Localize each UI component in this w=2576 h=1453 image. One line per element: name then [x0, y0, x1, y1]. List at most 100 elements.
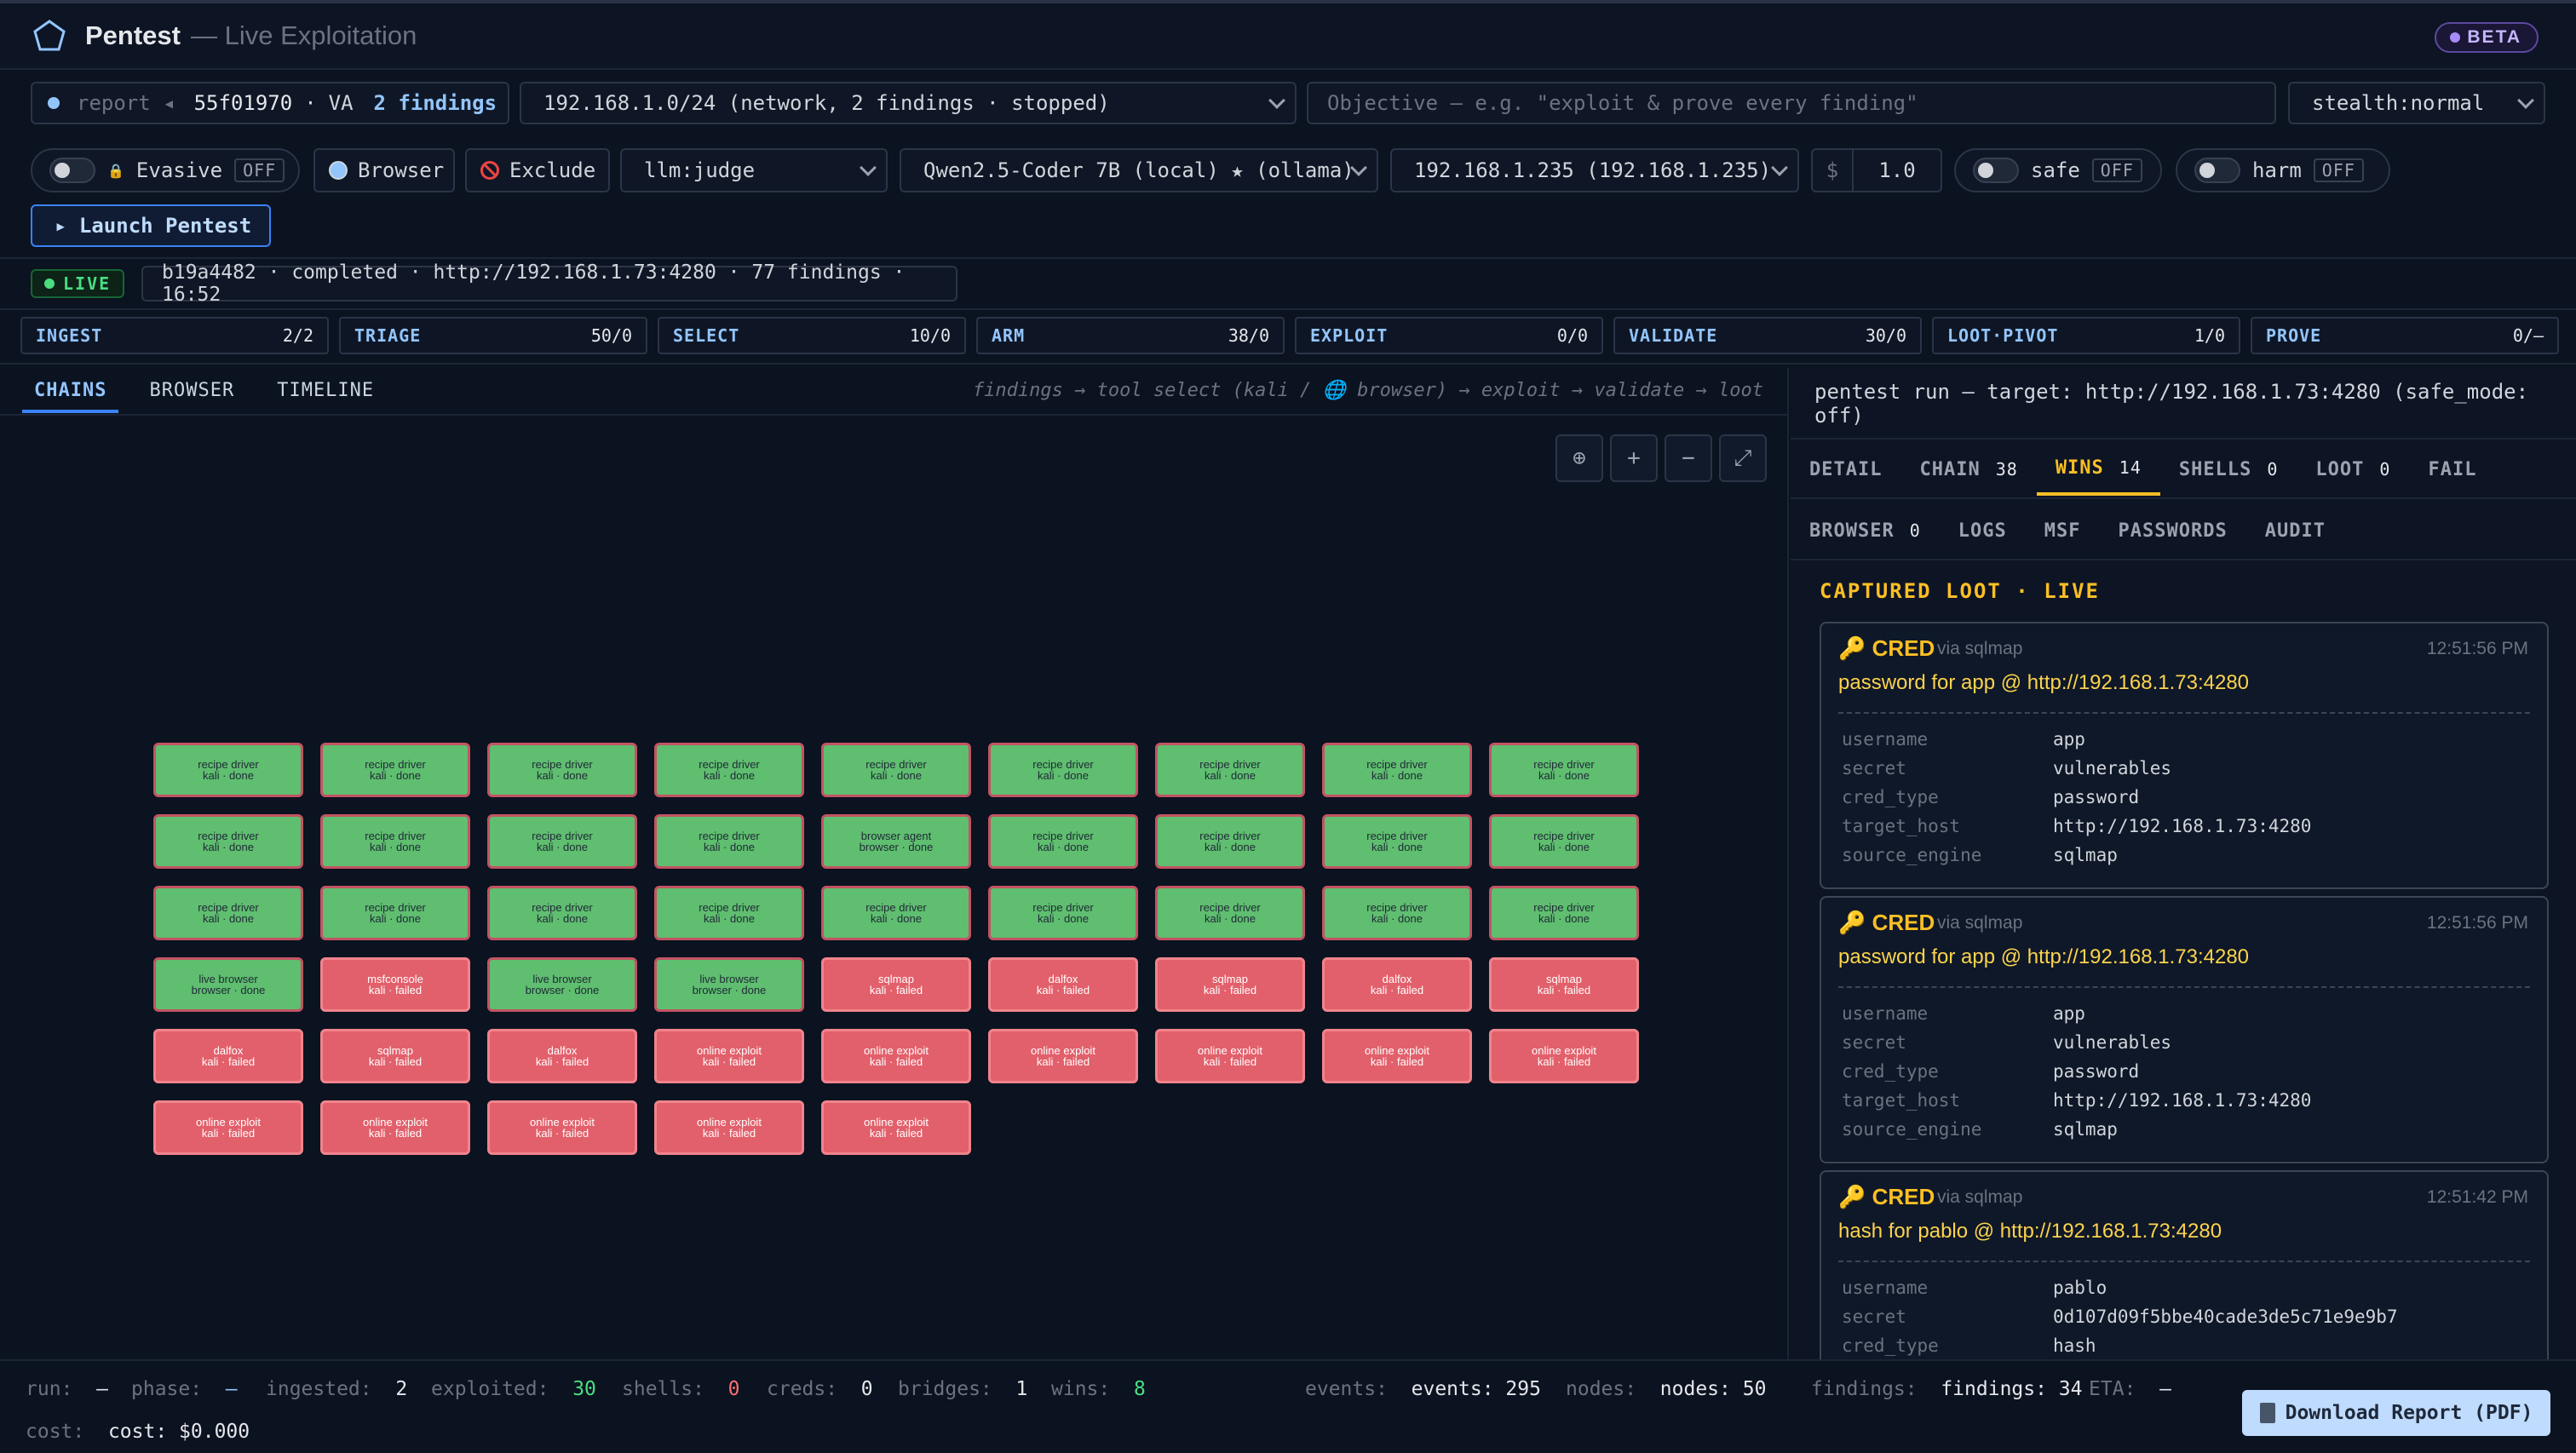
tab-detail[interactable]: DETAIL	[1791, 443, 1900, 496]
chain-node[interactable]: recipe driver kali · done	[1489, 814, 1639, 869]
stage-arm[interactable]: ARM 38/0	[976, 317, 1285, 354]
chain-node[interactable]: recipe driver kali · done	[1322, 743, 1472, 797]
chain-node[interactable]: recipe driver kali · done	[153, 814, 303, 869]
stage-ingest[interactable]: INGEST 2/2	[20, 317, 329, 354]
node-status: kali · done	[370, 912, 421, 925]
chain-node[interactable]: recipe driver kali · done	[1322, 886, 1472, 940]
chain-node[interactable]: recipe driver kali · done	[654, 886, 804, 940]
recenter-button[interactable]: ⊕	[1555, 434, 1603, 482]
fit-view-button[interactable]: ⤢	[1719, 434, 1767, 482]
run-summary[interactable]: b19a4482 · completed · http://192.168.1.…	[141, 261, 957, 306]
stage-validate[interactable]: VALIDATE 30/0	[1613, 317, 1922, 354]
chain-node[interactable]: dalfox kali · failed	[988, 957, 1138, 1012]
tab-loot[interactable]: LOOT 0	[2297, 443, 2409, 496]
chain-node[interactable]: browser agent browser · done	[821, 814, 971, 869]
chain-node[interactable]: recipe driver kali · done	[487, 743, 637, 797]
chain-node[interactable]: recipe driver kali · done	[487, 814, 637, 869]
harm-toggle[interactable]: harm OFF	[2176, 148, 2390, 192]
stage-triage[interactable]: TRIAGE 50/0	[339, 317, 647, 354]
chain-node[interactable]: dalfox kali · failed	[487, 1029, 637, 1083]
judge-select[interactable]: llm:judge	[620, 148, 888, 192]
loot-card[interactable]: 🔑 CRED via sqlmap 12:51:42 PM hash for pabl…	[1820, 1170, 2549, 1359]
zoom-out-button[interactable]: −	[1665, 434, 1712, 482]
chain-node[interactable]: recipe driver kali · done	[988, 743, 1138, 797]
chain-node[interactable]: recipe driver kali · done	[1489, 743, 1639, 797]
harm-switch[interactable]	[2194, 158, 2240, 183]
zoom-in-button[interactable]: +	[1610, 434, 1658, 482]
chain-node[interactable]: online exploit kali · failed	[988, 1029, 1138, 1083]
chain-node[interactable]: sqlmap kali · failed	[1155, 957, 1305, 1012]
chain-node[interactable]: recipe driver kali · done	[654, 743, 804, 797]
stage-select[interactable]: SELECT 10/0	[658, 317, 966, 354]
chain-node[interactable]: online exploit kali · failed	[821, 1100, 971, 1155]
chain-node[interactable]: online exploit kali · failed	[821, 1029, 971, 1083]
chain-node[interactable]: recipe driver kali · done	[320, 886, 470, 940]
chain-node[interactable]: online exploit kali · failed	[153, 1100, 303, 1155]
chain-node[interactable]: recipe driver kali · done	[988, 886, 1138, 940]
chain-node[interactable]: sqlmap kali · failed	[320, 1029, 470, 1083]
tab-browser[interactable]: BROWSER 0	[1791, 504, 1940, 557]
tab-audit[interactable]: AUDIT	[2246, 504, 2344, 557]
tab-timeline[interactable]: TIMELINE	[265, 376, 386, 413]
stage-prove[interactable]: PROVE 0/—	[2251, 317, 2559, 354]
exclude-button[interactable]: Exclude	[465, 148, 610, 192]
tab-wins[interactable]: WINS 14	[2036, 443, 2160, 496]
chain-node[interactable]: online exploit kali · failed	[1489, 1029, 1639, 1083]
chain-node[interactable]: recipe driver kali · done	[320, 814, 470, 869]
chain-node[interactable]: recipe driver kali · done	[320, 743, 470, 797]
stage-exploit[interactable]: EXPLOIT 0/0	[1295, 317, 1603, 354]
chain-node[interactable]: recipe driver kali · done	[153, 886, 303, 940]
evasive-toggle[interactable]: 🔒 Evasive OFF	[31, 148, 300, 192]
tab-shells[interactable]: SHELLS 0	[2160, 443, 2297, 496]
budget-input[interactable]: $ 1.0	[1811, 148, 1942, 192]
browser-button[interactable]: Browser	[313, 148, 455, 192]
chain-node[interactable]: recipe driver kali · done	[1155, 814, 1305, 869]
chain-node[interactable]: dalfox kali · failed	[153, 1029, 303, 1083]
chain-node[interactable]: live browser browser · done	[654, 957, 804, 1012]
stage-loot-pivot[interactable]: LOOT·PIVOT 1/0	[1932, 317, 2240, 354]
loot-card[interactable]: 🔑 CRED via sqlmap 12:51:56 PM password for …	[1820, 622, 2549, 889]
chain-node[interactable]: sqlmap kali · failed	[1489, 957, 1639, 1012]
tab-logs[interactable]: LOGS	[1940, 504, 2026, 557]
chain-node[interactable]: dalfox kali · failed	[1322, 957, 1472, 1012]
chain-node[interactable]: recipe driver kali · done	[1155, 886, 1305, 940]
model-select[interactable]: Qwen2.5-Coder 7B (local) ★ (ollama)	[900, 148, 1378, 192]
chain-node[interactable]: recipe driver kali · done	[487, 886, 637, 940]
launch-pentest-button[interactable]: ▸ Launch Pentest	[31, 204, 271, 247]
chain-node[interactable]: recipe driver kali · done	[821, 886, 971, 940]
chain-node[interactable]: live browser browser · done	[487, 957, 637, 1012]
target-select[interactable]: 192.168.1.235 (192.168.1.235)	[1390, 148, 1799, 192]
chain-node[interactable]: recipe driver kali · done	[153, 743, 303, 797]
chain-node[interactable]: recipe driver kali · done	[988, 814, 1138, 869]
chain-node[interactable]: online exploit kali · failed	[654, 1029, 804, 1083]
tab-fail[interactable]: FAIL	[2409, 443, 2495, 496]
safe-toggle[interactable]: safe OFF	[1954, 148, 2162, 192]
objective-input[interactable]: Objective — e.g. "exploit & prove every …	[1307, 82, 2276, 124]
tab-msf[interactable]: MSF	[2026, 504, 2100, 557]
scope-select[interactable]: 192.168.1.0/24 (network, 2 findings · st…	[520, 82, 1297, 124]
loot-card[interactable]: 🔑 CRED via sqlmap 12:51:56 PM password for …	[1820, 896, 2549, 1163]
tab-chain[interactable]: CHAIN 38	[1900, 443, 2036, 496]
chain-node[interactable]: msfconsole kali · failed	[320, 957, 470, 1012]
tab-passwords[interactable]: PASSWORDS	[2100, 504, 2246, 557]
chain-node[interactable]: recipe driver kali · done	[1489, 886, 1639, 940]
evasive-switch[interactable]	[49, 158, 95, 183]
chain-node[interactable]: sqlmap kali · failed	[821, 957, 971, 1012]
chain-node[interactable]: recipe driver kali · done	[1322, 814, 1472, 869]
chain-node[interactable]: recipe driver kali · done	[654, 814, 804, 869]
tab-browser[interactable]: BROWSER	[137, 376, 246, 413]
download-report-button[interactable]: Download Report (PDF)	[2242, 1390, 2550, 1436]
chain-node[interactable]: recipe driver kali · done	[1155, 743, 1305, 797]
chain-node[interactable]: live browser browser · done	[153, 957, 303, 1012]
chain-node[interactable]: online exploit kali · failed	[1155, 1029, 1305, 1083]
chain-node[interactable]: recipe driver kali · done	[821, 743, 971, 797]
chain-node[interactable]: online exploit kali · failed	[487, 1100, 637, 1155]
mode-select[interactable]: stealth:normal	[2288, 82, 2545, 124]
safe-switch[interactable]	[1973, 158, 2019, 183]
tab-chains[interactable]: CHAINS	[22, 376, 119, 413]
chain-node[interactable]: online exploit kali · failed	[654, 1100, 804, 1155]
cred-description: hash for pablo @ http://192.168.1.73:428…	[1838, 1220, 2222, 1243]
report-selector[interactable]: report ◂ 55f01970 · VA 2 findings	[31, 82, 509, 124]
chain-node[interactable]: online exploit kali · failed	[320, 1100, 470, 1155]
chain-node[interactable]: online exploit kali · failed	[1322, 1029, 1472, 1083]
